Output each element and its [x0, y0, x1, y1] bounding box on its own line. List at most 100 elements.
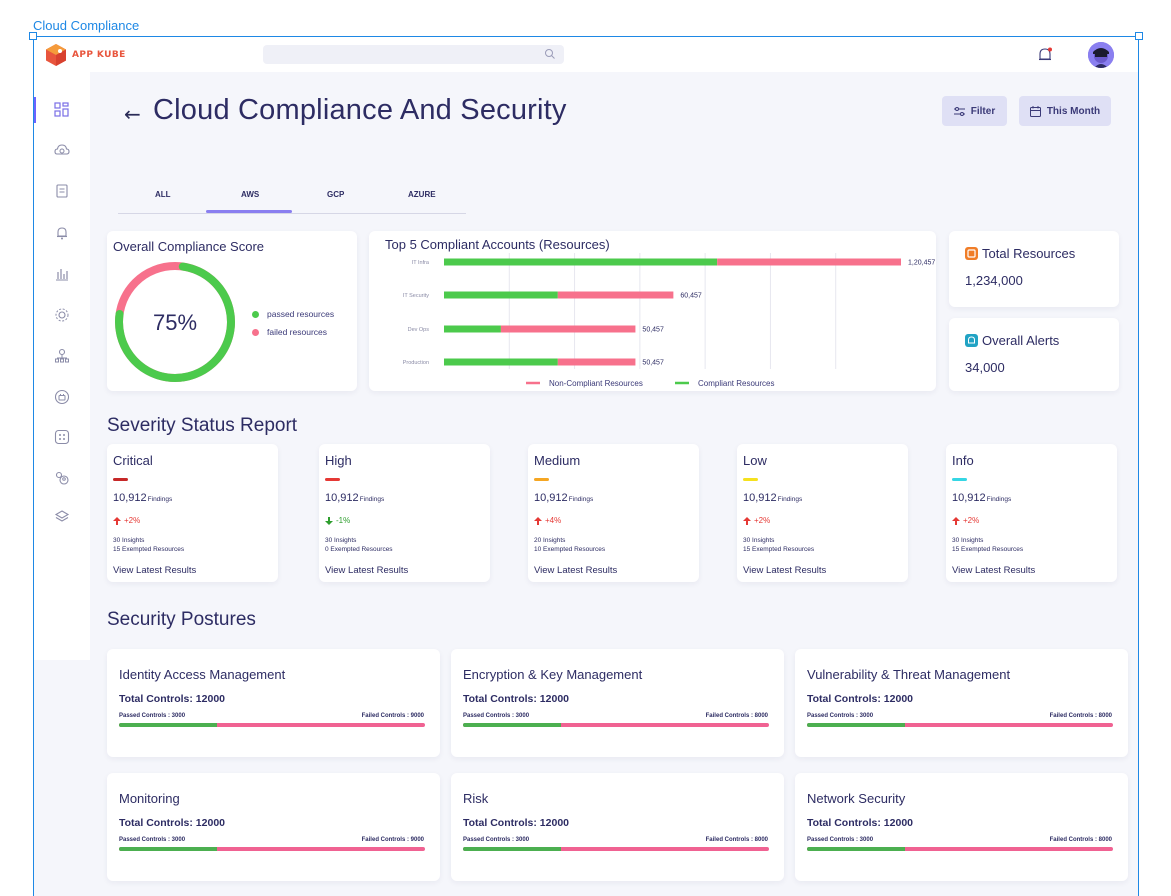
posture-card-monitoring[interactable]: Monitoring Total Controls: 12000 Passed Co… — [107, 773, 440, 881]
posture-progress-fill — [119, 723, 217, 727]
posture-card-encryption-key-management[interactable]: Encryption & Key Management Total Control… — [451, 649, 784, 757]
sidebar-item-cloud-recycle[interactable] — [34, 136, 90, 166]
sidebar-item-briefcase[interactable] — [34, 382, 90, 412]
user-avatar[interactable] — [1088, 42, 1114, 68]
frame-handle-top-left[interactable] — [29, 32, 37, 40]
sidebar-item-users-settings[interactable] — [34, 463, 90, 493]
severity-count: 10,912 — [952, 492, 986, 504]
posture-progress-fill — [119, 847, 217, 851]
posture-passed-controls: Passed Controls : 3000 — [807, 837, 874, 843]
settings-cog-icon — [55, 308, 69, 322]
tab-aws[interactable]: AWS — [241, 190, 259, 199]
posture-failed-controls: Failed Controls : 8000 — [1049, 837, 1112, 843]
app-frame: APP KUBE ← Cloud Compliance And Security… — [33, 36, 1139, 896]
severity-findings: 10,912Findings — [325, 492, 384, 504]
filter-button[interactable]: Filter — [942, 96, 1007, 126]
notification-dot — [1048, 47, 1052, 52]
severity-trend: +2% — [743, 516, 770, 525]
grid-box-icon — [54, 429, 70, 445]
bar-compliant-resources-production[interactable] — [444, 358, 558, 366]
severity-trend-value: +2% — [124, 516, 141, 525]
severity-card-info: Info 10,912Findings +2% 30 Insights 15 Exemp… — [946, 444, 1117, 582]
sidebar-item-settings-cog[interactable] — [34, 300, 90, 330]
layers-icon — [54, 510, 70, 522]
posture-card-risk[interactable]: Risk Total Controls: 12000 Passed Controls… — [451, 773, 784, 881]
view-latest-results-link[interactable]: View Latest Results — [743, 565, 826, 576]
postures-section-title: Security Postures — [107, 609, 256, 630]
overall-alerts-title: Overall Alerts — [965, 333, 1059, 348]
sidebar-item-layers[interactable] — [34, 502, 90, 532]
posture-failed-controls: Failed Controls : 8000 — [705, 837, 768, 843]
severity-trend-value: +4% — [545, 516, 562, 525]
posture-progress-bar — [119, 847, 425, 851]
severity-insights: 30 Insights — [952, 537, 984, 544]
sidebar-item-alert-bell[interactable] — [34, 218, 90, 248]
severity-trend: +2% — [952, 516, 979, 525]
sidebar-item-bar-chart[interactable] — [34, 259, 90, 289]
severity-count: 10,912 — [113, 492, 147, 504]
back-arrow-icon[interactable]: ← — [124, 102, 141, 126]
bar-non-compliant-resources-it-security[interactable] — [557, 291, 674, 299]
severity-trend: -1% — [325, 516, 350, 525]
view-latest-results-link[interactable]: View Latest Results — [534, 565, 617, 576]
severity-color-dash — [952, 478, 967, 481]
sidebar-item-dashboard[interactable] — [34, 95, 90, 125]
period-button-label: This Month — [1046, 105, 1101, 117]
posture-card-vulnerability-threat-management[interactable]: Vulnerability & Threat Management Total C… — [795, 649, 1128, 757]
posture-progress-fill — [463, 723, 561, 727]
failed-dot-icon — [252, 329, 259, 337]
severity-exempted: 10 Exempted Resources — [534, 546, 606, 553]
view-latest-results-link[interactable]: View Latest Results — [325, 565, 408, 576]
severity-color-dash — [534, 478, 549, 481]
posture-progress-fill — [807, 847, 905, 851]
sidebar-item-tree-network[interactable] — [34, 341, 90, 371]
resources-box-icon — [965, 247, 978, 260]
tab-gcp[interactable]: GCP — [327, 190, 344, 199]
posture-card-network-security[interactable]: Network Security Total Controls: 12000 Pas… — [795, 773, 1128, 881]
severity-trend: +4% — [534, 516, 561, 525]
severity-name: Info — [952, 453, 974, 468]
bar-total-label: 1,20,457 — [908, 260, 935, 267]
app-logo[interactable]: APP KUBE — [44, 43, 126, 67]
tree-network-icon — [55, 348, 69, 363]
severity-count: 10,912 — [534, 492, 568, 504]
bar-non-compliant-resources-production[interactable] — [557, 358, 636, 366]
bar-chart-icon — [56, 269, 68, 281]
sidebar-item-clipboard[interactable] — [34, 176, 90, 206]
chart-category-label: Dev Ops — [408, 327, 430, 333]
frame-handle-top-right[interactable] — [1135, 32, 1143, 40]
users-settings-icon — [55, 471, 69, 485]
chart-category-label: IT Security — [403, 293, 429, 299]
arrow-up-icon — [743, 516, 751, 525]
bar-compliant-resources-it-security[interactable] — [444, 291, 558, 299]
findings-label: Findings — [986, 496, 1012, 503]
tab-all[interactable]: ALL — [155, 190, 171, 199]
posture-card-identity-access-management[interactable]: Identity Access Management Total Controls… — [107, 649, 440, 757]
bar-non-compliant-resources-it-infra[interactable] — [717, 258, 901, 266]
bell-icon[interactable] — [1036, 46, 1054, 64]
bar-non-compliant-resources-dev-ops[interactable] — [500, 325, 636, 333]
severity-count: 10,912 — [325, 492, 359, 504]
severity-card-critical: Critical 10,912Findings +2% 30 Insights 15 E… — [107, 444, 278, 582]
filter-button-label: Filter — [970, 105, 996, 117]
bar-total-label: 50,457 — [642, 360, 664, 367]
bar-compliant-resources-dev-ops[interactable] — [444, 325, 501, 333]
posture-progress-bar — [463, 847, 769, 851]
posture-total-controls: Total Controls: 12000 — [807, 817, 913, 829]
posture-total-controls: Total Controls: 12000 — [463, 693, 569, 705]
view-latest-results-link[interactable]: View Latest Results — [113, 565, 196, 576]
passed-dot-icon — [252, 311, 259, 319]
legend-failed-label: failed resources — [267, 327, 328, 337]
bar-compliant-resources-it-infra[interactable] — [444, 258, 718, 266]
posture-passed-controls: Passed Controls : 3000 — [119, 837, 186, 843]
search-input[interactable] — [263, 45, 564, 64]
sidebar-item-grid-box[interactable] — [34, 422, 90, 452]
dashboard-icon — [54, 102, 69, 117]
posture-progress-bar — [119, 723, 425, 727]
period-button[interactable]: This Month — [1019, 96, 1111, 126]
compliant-accounts-chart: IT Infra 1,20,457 IT Security 60,457 Dev Ops… — [403, 253, 935, 388]
view-latest-results-link[interactable]: View Latest Results — [952, 565, 1035, 576]
tab-azure[interactable]: AZURE — [408, 190, 436, 199]
posture-progress-bar — [463, 723, 769, 727]
severity-meta: 30 Insights 15 Exempted Resources — [743, 536, 814, 554]
